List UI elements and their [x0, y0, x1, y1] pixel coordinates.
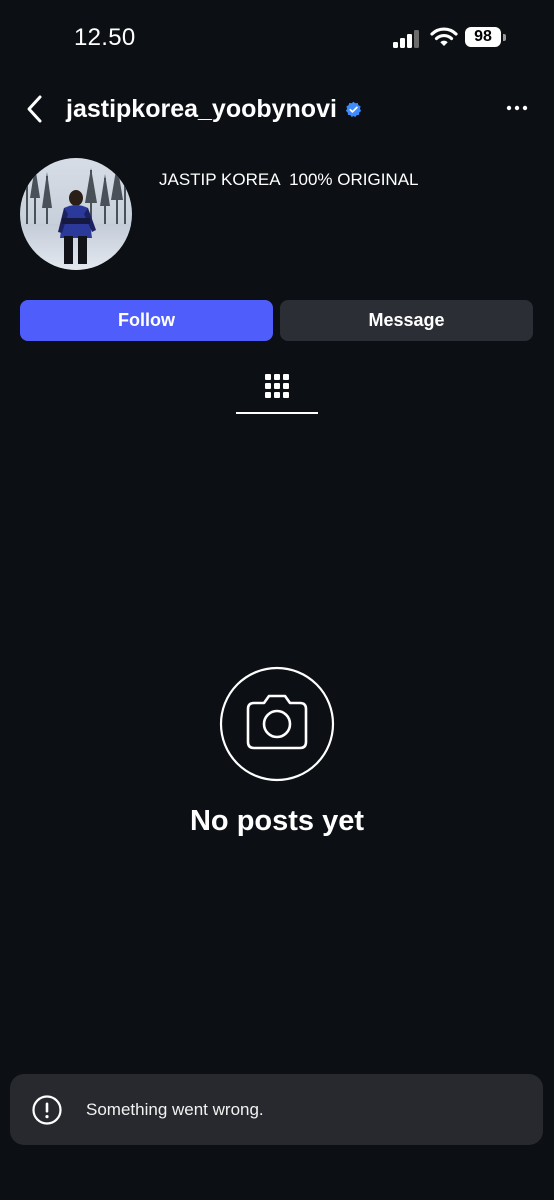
- status-icons: 98: [392, 25, 512, 51]
- toast-message: Something went wrong.: [86, 1099, 264, 1119]
- battery-indicator: 98: [465, 27, 501, 47]
- message-button[interactable]: Message: [280, 300, 533, 341]
- back-button[interactable]: [22, 92, 50, 126]
- more-options-button[interactable]: [500, 98, 534, 118]
- avatar[interactable]: [20, 158, 132, 270]
- empty-state-text: No posts yet: [189, 805, 365, 837]
- camera-icon: [219, 666, 335, 782]
- grid-icon: [265, 374, 289, 398]
- profile-username-header: jastipkorea_yoobynovi: [66, 92, 362, 126]
- status-time: 12.50: [74, 24, 136, 51]
- exclamation-circle-icon: [32, 1094, 62, 1125]
- wifi-icon: [430, 27, 458, 46]
- more-horizontal-icon: [506, 105, 528, 111]
- profile-bio: JASTIP KOREA 100% ORIGINAL: [159, 170, 419, 189]
- username: jastipkorea_yoobynovi: [66, 95, 337, 123]
- tab-posts-grid[interactable]: [236, 366, 318, 414]
- empty-state-icon: [219, 666, 335, 782]
- verified-badge-icon: [345, 101, 362, 117]
- follow-button[interactable]: Follow: [20, 300, 273, 341]
- battery-nub: [503, 34, 506, 41]
- chevron-left-icon: [27, 95, 42, 123]
- error-toast: Something went wrong.: [10, 1074, 543, 1145]
- cellular-signal-icon: [393, 30, 419, 48]
- avatar-photo: [20, 158, 132, 270]
- active-tab-indicator: [236, 412, 318, 414]
